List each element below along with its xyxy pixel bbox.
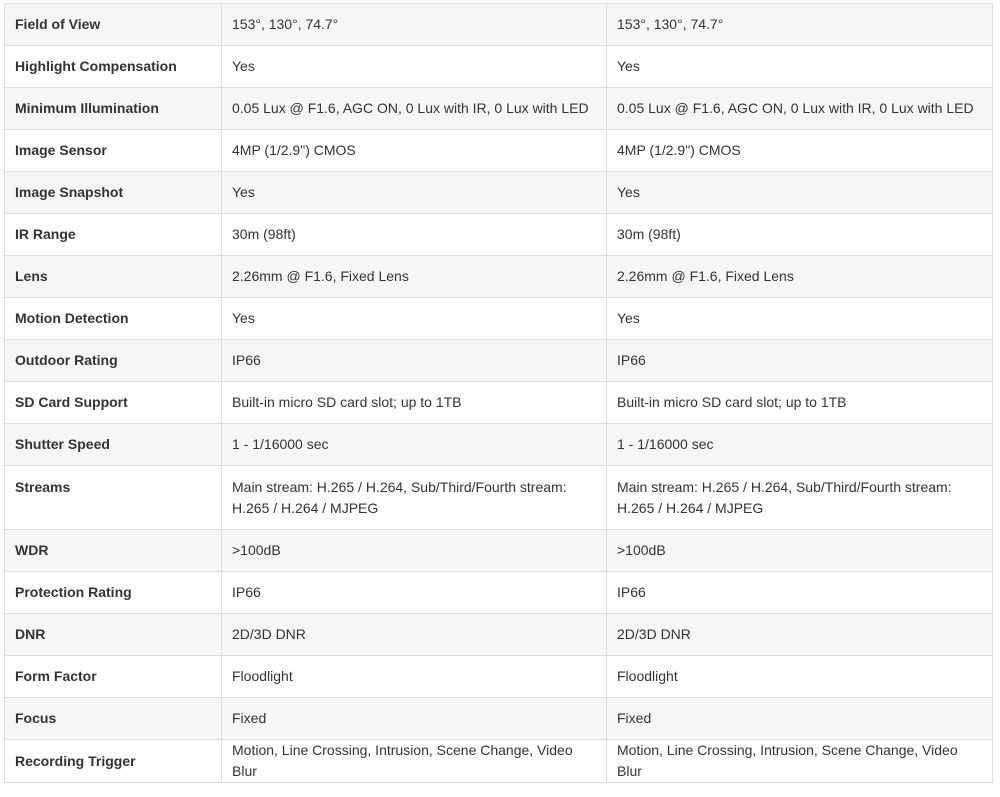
table-row: Motion Detection Yes Yes xyxy=(4,297,993,340)
table-row: Focus Fixed Fixed xyxy=(4,697,993,740)
spec-value-cell: Floodlight xyxy=(606,655,993,698)
spec-value-cell: Fixed xyxy=(221,697,607,740)
spec-value-cell: IP66 xyxy=(221,339,607,382)
spec-name-cell: Recording Trigger xyxy=(4,739,222,783)
spec-value-cell: Main stream: H.265 / H.264, Sub/Third/Fo… xyxy=(221,465,607,530)
spec-name-cell: IR Range xyxy=(4,213,222,256)
spec-name-cell: Streams xyxy=(4,465,222,530)
table-row: Recording Trigger Motion, Line Crossing,… xyxy=(4,739,993,783)
spec-value-cell: 1 - 1/16000 sec xyxy=(221,423,607,466)
spec-table-body: Field of View 153°, 130°, 74.7° 153°, 13… xyxy=(4,3,993,783)
spec-value-cell: Yes xyxy=(606,171,993,214)
spec-value-cell: 2.26mm @ F1.6, Fixed Lens xyxy=(606,255,993,298)
table-row: Shutter Speed 1 - 1/16000 sec 1 - 1/1600… xyxy=(4,423,993,466)
spec-name-cell: Shutter Speed xyxy=(4,423,222,466)
spec-value-cell: 30m (98ft) xyxy=(221,213,607,256)
spec-value-cell: 0.05 Lux @ F1.6, AGC ON, 0 Lux with IR, … xyxy=(221,87,607,130)
spec-name-cell: Form Factor xyxy=(4,655,222,698)
spec-name-cell: Protection Rating xyxy=(4,571,222,614)
spec-name-cell: Outdoor Rating xyxy=(4,339,222,382)
table-row: SD Card Support Built-in micro SD card s… xyxy=(4,381,993,424)
table-row: Protection Rating IP66 IP66 xyxy=(4,571,993,614)
spec-name-cell: Image Snapshot xyxy=(4,171,222,214)
spec-value-cell: 4MP (1/2.9") CMOS xyxy=(221,129,607,172)
spec-name-cell: Minimum Illumination xyxy=(4,87,222,130)
spec-value-cell: >100dB xyxy=(221,529,607,572)
spec-value-cell: 30m (98ft) xyxy=(606,213,993,256)
table-row: IR Range 30m (98ft) 30m (98ft) xyxy=(4,213,993,256)
spec-value-cell: Motion, Line Crossing, Intrusion, Scene … xyxy=(606,739,993,783)
spec-name-cell: WDR xyxy=(4,529,222,572)
spec-name-cell: Lens xyxy=(4,255,222,298)
spec-value-cell: IP66 xyxy=(606,339,993,382)
spec-value-cell: 2D/3D DNR xyxy=(221,613,607,656)
spec-value-cell: 4MP (1/2.9") CMOS xyxy=(606,129,993,172)
table-row: Field of View 153°, 130°, 74.7° 153°, 13… xyxy=(4,3,993,46)
table-row: Image Sensor 4MP (1/2.9") CMOS 4MP (1/2.… xyxy=(4,129,993,172)
table-row: Image Snapshot Yes Yes xyxy=(4,171,993,214)
spec-value-cell: IP66 xyxy=(606,571,993,614)
spec-name-cell: Image Sensor xyxy=(4,129,222,172)
table-row: Highlight Compensation Yes Yes xyxy=(4,45,993,88)
spec-name-cell: Motion Detection xyxy=(4,297,222,340)
spec-value-cell: 153°, 130°, 74.7° xyxy=(606,3,993,46)
spec-value-cell: 1 - 1/16000 sec xyxy=(606,423,993,466)
spec-value-cell: Fixed xyxy=(606,697,993,740)
spec-value-cell: IP66 xyxy=(221,571,607,614)
spec-comparison-table: Field of View 153°, 130°, 74.7° 153°, 13… xyxy=(4,3,993,783)
table-row: Outdoor Rating IP66 IP66 xyxy=(4,339,993,382)
spec-name-cell: Focus xyxy=(4,697,222,740)
spec-name-cell: Highlight Compensation xyxy=(4,45,222,88)
spec-value-cell: Yes xyxy=(221,297,607,340)
spec-name-cell: SD Card Support xyxy=(4,381,222,424)
table-row: Streams Main stream: H.265 / H.264, Sub/… xyxy=(4,465,993,530)
spec-value-cell: Built-in micro SD card slot; up to 1TB xyxy=(221,381,607,424)
spec-name-cell: DNR xyxy=(4,613,222,656)
spec-value-cell: Main stream: H.265 / H.264, Sub/Third/Fo… xyxy=(606,465,993,530)
table-row: Minimum Illumination 0.05 Lux @ F1.6, AG… xyxy=(4,87,993,130)
spec-value-cell: Floodlight xyxy=(221,655,607,698)
table-row: Lens 2.26mm @ F1.6, Fixed Lens 2.26mm @ … xyxy=(4,255,993,298)
table-row: WDR >100dB >100dB xyxy=(4,529,993,572)
spec-value-cell: 153°, 130°, 74.7° xyxy=(221,3,607,46)
table-row: DNR 2D/3D DNR 2D/3D DNR xyxy=(4,613,993,656)
spec-value-cell: Yes xyxy=(221,171,607,214)
spec-value-cell: Built-in micro SD card slot; up to 1TB xyxy=(606,381,993,424)
spec-value-cell: Yes xyxy=(606,45,993,88)
spec-value-cell: >100dB xyxy=(606,529,993,572)
spec-value-cell: Yes xyxy=(221,45,607,88)
spec-value-cell: 2D/3D DNR xyxy=(606,613,993,656)
table-row: Form Factor Floodlight Floodlight xyxy=(4,655,993,698)
spec-value-cell: Yes xyxy=(606,297,993,340)
spec-value-cell: Motion, Line Crossing, Intrusion, Scene … xyxy=(221,739,607,783)
spec-value-cell: 2.26mm @ F1.6, Fixed Lens xyxy=(221,255,607,298)
spec-name-cell: Field of View xyxy=(4,3,222,46)
spec-value-cell: 0.05 Lux @ F1.6, AGC ON, 0 Lux with IR, … xyxy=(606,87,993,130)
